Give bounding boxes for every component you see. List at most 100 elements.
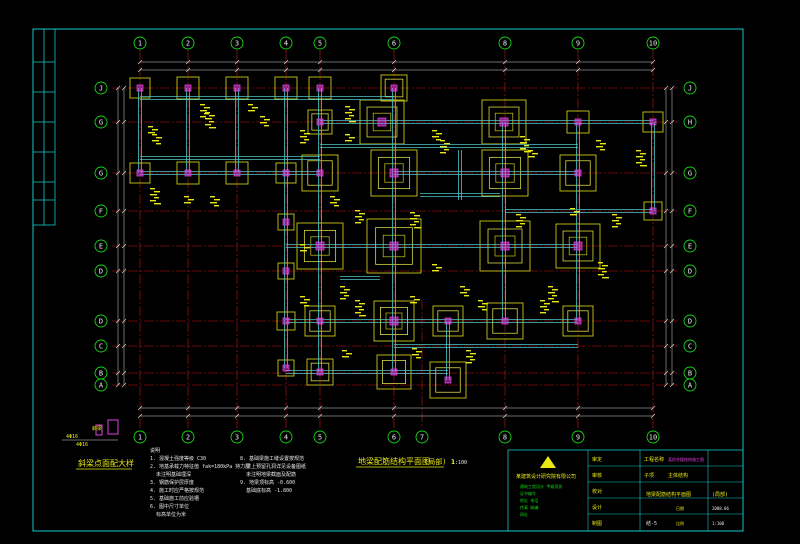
rebar-label-mark [410,296,415,298]
rebar-label-mark [359,303,365,305]
rebar-label-mark [148,126,153,128]
rebar-label-mark [349,109,355,111]
grid-bubble-label: 8 [503,40,507,48]
rebar-label-mark [355,300,360,302]
rebar-label-mark [184,196,189,198]
grid-bubble-label: D [688,268,692,276]
rebar-label-mark [205,118,212,120]
grid-bubble-label: 6 [392,434,396,442]
rebar-label-mark [520,217,526,219]
rebar-label-mark [414,299,420,301]
rebar-label-mark [460,286,465,288]
rebar-label-mark [432,264,437,266]
grid-bubble-label: B [688,370,692,378]
rebar-label-mark [410,224,416,226]
column [501,317,509,325]
note-line: 9. 地梁顶标高 -0.600 [240,479,295,486]
rebar-label-mark [636,150,641,152]
rebar-label-mark [355,210,360,212]
grid-bubble-label: D [99,268,103,276]
rebar-label-mark [574,211,580,213]
rebar-label-mark [600,149,605,151]
column [500,168,510,178]
field-label: 校对 [592,488,602,495]
rebar-label-mark [478,300,483,302]
rebar-label-mark [154,191,160,193]
column [316,317,324,325]
note-line: 未注明基础埋深 [156,471,191,478]
grid-bubble-label: H [688,119,692,127]
rebar-label-mark [482,309,487,311]
rebar-label-mark [416,351,422,353]
rebar-label-mark [612,220,619,222]
grid-bubble-label: D [688,318,692,326]
rebar-label-mark [598,268,605,270]
rebar-label-mark [304,139,309,141]
rebar-label-mark [154,197,159,199]
grid-bubble-label: 9 [576,434,580,442]
column [389,241,399,251]
column [282,84,290,92]
rebar-label-mark [602,265,608,267]
rebar-label-mark [342,356,349,358]
rebar-label-mark [204,107,210,109]
rebar-label-mark [524,139,530,141]
rebar-label-mark [466,350,471,352]
rebar-label-mark [340,298,346,300]
rebar-label-mark [548,298,554,300]
rebar-label-mark [640,153,646,155]
cad-drawing-canvas: 112233445566889910107JGGFEDDCBAJHGFEDDCB… [0,0,800,544]
company-info-line: 建筑工程设计 甲级资质 [520,483,562,489]
rebar-label-mark [640,165,647,167]
rebar-label-mark [304,305,309,307]
rebar-label-mark [516,220,523,222]
rebar-label-mark [152,140,159,142]
rebar-label-mark [444,149,449,151]
rebar-label-mark [345,140,352,142]
rebar-label-mark [602,271,607,273]
note-line: 3. 钢筋保护层厚度 [150,479,194,486]
grid-bubble-label: J [99,85,103,93]
field-label: 设计 [592,504,602,511]
rebar-label-mark [416,357,421,359]
rebar-label-mark [436,267,442,269]
rebar-label-mark [209,121,214,123]
rebar-label-mark [260,116,265,118]
grid-bubble-label: C [688,343,692,351]
rebar-label-mark [349,115,354,117]
column [282,364,290,372]
rebar-label-mark [616,223,621,225]
rebar-label-mark [184,202,191,204]
column [282,218,290,226]
grid-bubble-label: J [688,85,692,93]
column [282,267,290,275]
column [574,317,582,325]
rebar-label-mark [346,353,352,355]
rebar-label-mark [464,289,470,291]
rebar-label-mark [516,214,521,216]
rebar-label-mark [150,200,156,202]
drawing-title-group: 地梁配筋结构平面图 (局部) 1 1:100 [356,456,467,468]
rebar-label-mark [612,226,618,228]
rebar-label-mark [432,130,437,132]
column [282,169,290,177]
rebar-label-mark [345,106,350,108]
date-label: 日期 [676,505,684,511]
drawing-scale-note: 1:100 [452,460,467,466]
note-line: 1. 混凝土强度等级 C30 [150,455,206,462]
rebar-label-mark [152,129,158,131]
note-line: 标高单位为米 [156,511,186,518]
sheet-drawing-suffix: (局部) [712,491,728,498]
grid-bubble-label: 2 [186,434,190,442]
rebar-label-mark [540,300,545,302]
field-label: 审定 [592,456,602,463]
column [389,168,399,178]
rebar-label-mark [532,153,538,155]
rebar-label-mark [214,199,220,201]
date-value: 2008.06 [712,506,729,511]
company-info-line: 地址 电话 [520,497,538,503]
rebar-label-mark [520,148,526,150]
grid-bubble-label: 9 [576,40,580,48]
rebar-label-mark [548,292,555,294]
rebar-label-mark [334,199,340,201]
